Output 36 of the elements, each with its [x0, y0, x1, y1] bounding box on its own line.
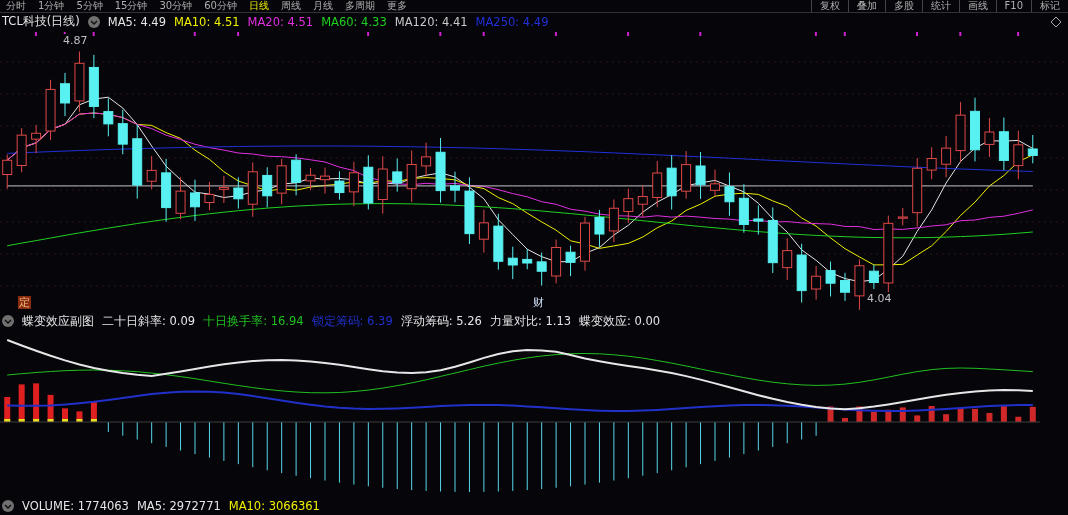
indicator-value: VOLUME: 1774063 [22, 498, 129, 513]
period-tab[interactable]: 30分钟 [159, 0, 193, 12]
collapse-icon[interactable] [87, 15, 100, 28]
period-tab[interactable]: 5分钟 [76, 0, 103, 12]
indicator-value: 浮动筹码: 5.26 [400, 313, 482, 329]
indicator-value: MA10: 3066361 [228, 498, 320, 513]
price-annotation: 4.04 [866, 292, 893, 305]
period-tab[interactable]: 60分钟 [204, 0, 237, 12]
period-tab[interactable]: 周线 [280, 0, 301, 12]
indicator-value: 蝶变效应: 0.00 [579, 313, 661, 329]
event-marker[interactable]: 定 [18, 296, 31, 309]
indicator-value: 力量对比: 1.13 [489, 313, 571, 329]
indicator-value: 十日换手率: 16.94 [203, 313, 304, 329]
indicator-value: MA20: 4.51 [247, 14, 314, 29]
period-tab[interactable]: 1分钟 [38, 0, 65, 12]
indicator-value: MA5: 2972771 [136, 498, 221, 513]
period-tab[interactable]: 更多 [386, 0, 407, 12]
collapse-icon[interactable] [2, 499, 14, 512]
chart-title: TCL科技(日线) [2, 14, 80, 29]
indicator-value: 二十日斜率: 0.09 [102, 313, 196, 329]
indicator-value: MA10: 4.51 [174, 14, 240, 29]
period-tab[interactable]: 15分钟 [114, 0, 148, 12]
indicator-value: MA250: 4.49 [475, 14, 549, 29]
indicator-value: MA5: 4.49 [107, 14, 166, 29]
indicator-value: 锁定筹码: 6.39 [311, 313, 393, 329]
period-tab[interactable]: 多周期 [344, 0, 375, 12]
collapse-icon[interactable] [2, 315, 14, 327]
price-annotation: 4.87 [62, 34, 89, 47]
period-tab[interactable]: 分时 [6, 0, 26, 12]
period-tab[interactable]: 日线 [248, 0, 269, 12]
indicator-value: MA120: 4.41 [394, 14, 468, 29]
chart-title: 蝶变效应副图 [22, 313, 94, 329]
event-marker[interactable]: 财 [532, 296, 545, 309]
indicator-value: MA60: 4.33 [321, 14, 387, 29]
diamond-icon[interactable] [1050, 15, 1062, 28]
period-tab[interactable]: 月线 [312, 0, 333, 12]
